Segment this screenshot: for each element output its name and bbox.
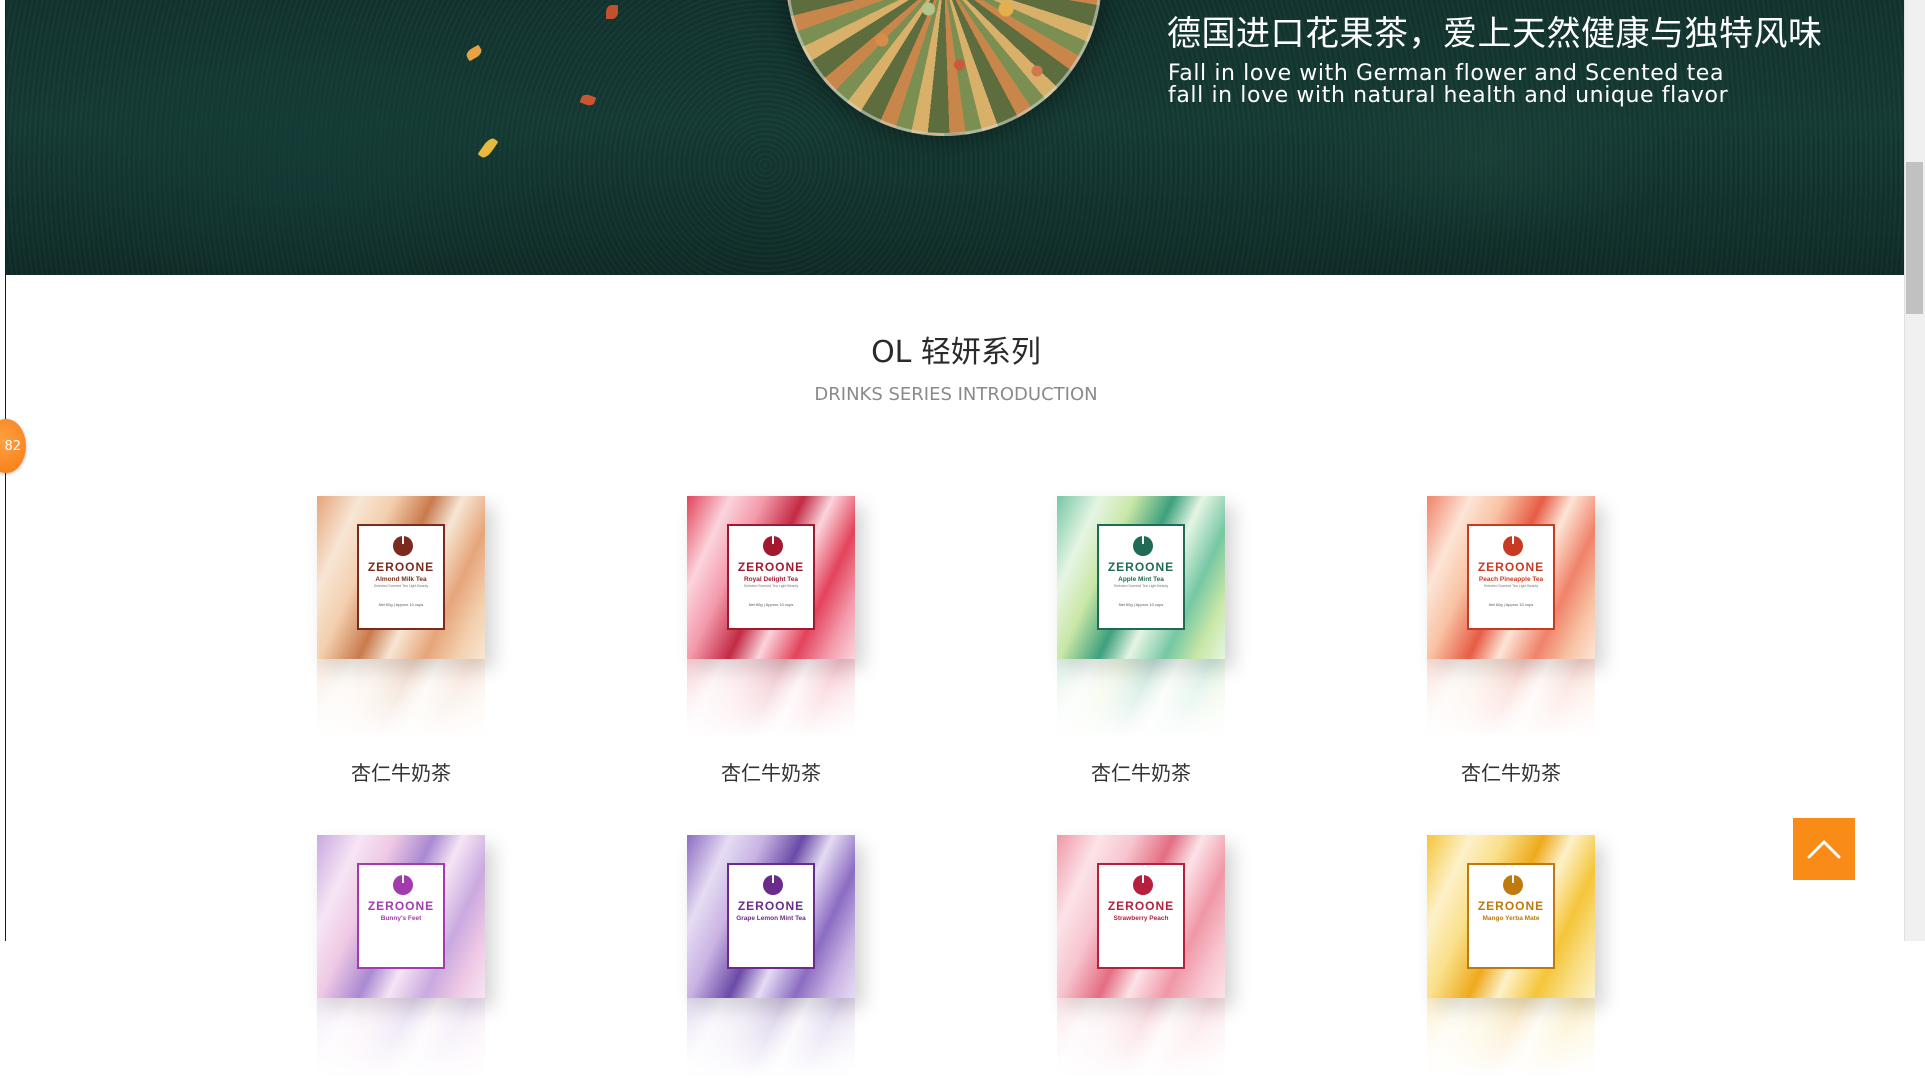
product-box-image[interactable]: ZEROONE Royal Delight Tea Selected Scented…	[687, 496, 855, 659]
scrollbar-thumb[interactable]	[1906, 162, 1923, 314]
product-label: ZEROONE Strawberry Peach	[1097, 863, 1185, 969]
net-weight: Net 60g | Approx 10 cups	[1118, 602, 1164, 607]
product-card[interactable]: ZEROONE Almond Milk Tea Selected Scented T…	[286, 496, 516, 786]
brand-name: ZEROONE	[737, 560, 805, 574]
product-label: ZEROONE Grape Lemon Mint Tea	[727, 863, 815, 969]
product-card[interactable]: ZEROONE Apple Mint Tea Selected Scented Te…	[1026, 496, 1256, 786]
brand-logo-icon	[393, 871, 413, 895]
brand-logo-icon	[1503, 871, 1523, 895]
product-card[interactable]: ZEROONE Peach Pineapple Tea Selected Scent…	[1396, 496, 1626, 786]
chevron-up-icon	[1807, 840, 1841, 859]
brand-name: ZEROONE	[1477, 899, 1545, 913]
product-label: ZEROONE Bunny's Feet	[357, 863, 445, 969]
product-reflection	[1057, 998, 1225, 1078]
product-label: ZEROONE Almond Milk Tea Selected Scented T…	[357, 524, 445, 630]
hero-banner: 德国进口花果茶，爱上天然健康与独特风味 Fall in love with Ge…	[6, 0, 1904, 275]
product-box-image[interactable]: ZEROONE Mango Yerba Mate	[1427, 835, 1595, 998]
net-weight: Net 60g | Approx 10 cups	[748, 602, 794, 607]
petal-decoration	[579, 92, 597, 108]
brand-logo-icon	[393, 532, 413, 556]
product-label: ZEROONE Peach Pineapple Tea Selected Scent…	[1467, 524, 1555, 630]
product-card[interactable]: ZEROONE Royal Delight Tea Selected Scented…	[656, 496, 886, 786]
brand-logo-icon	[1503, 532, 1523, 556]
product-label: ZEROONE Mango Yerba Mate	[1467, 863, 1555, 969]
flavor-name: Peach Pineapple Tea	[1478, 576, 1544, 583]
brand-logo-icon	[1133, 532, 1153, 556]
product-card[interactable]: ZEROONE Bunny's Feet	[286, 835, 516, 1078]
product-reflection	[1427, 998, 1595, 1078]
product-box-image[interactable]: ZEROONE Strawberry Peach	[1057, 835, 1225, 998]
side-float-badge[interactable]: 82	[0, 419, 26, 473]
flavor-name: Strawberry Peach	[1113, 915, 1169, 922]
label-tagline: Selected Scented Tea Light Beauty	[373, 584, 429, 588]
product-reflection	[1427, 659, 1595, 739]
product-card[interactable]: ZEROONE Grape Lemon Mint Tea	[656, 835, 886, 1078]
tea-bowl-image	[786, 0, 1102, 136]
brand-name: ZEROONE	[737, 899, 805, 913]
hero-subtitle: Fall in love with German flower and Scen…	[1168, 61, 1729, 108]
product-name[interactable]: 杏仁牛奶茶	[1026, 757, 1256, 786]
product-reflection	[687, 659, 855, 739]
brand-logo-icon	[763, 871, 783, 895]
flavor-name: Almond Milk Tea	[375, 576, 427, 583]
petal-decoration	[464, 44, 484, 62]
brand-name: ZEROONE	[1477, 560, 1545, 574]
back-to-top-button[interactable]	[1793, 818, 1855, 880]
product-box-image[interactable]: ZEROONE Bunny's Feet	[317, 835, 485, 998]
brand-logo-icon	[763, 532, 783, 556]
product-reflection	[1057, 659, 1225, 739]
flavor-name: Apple Mint Tea	[1118, 576, 1164, 583]
product-box-image[interactable]: ZEROONE Almond Milk Tea Selected Scented T…	[317, 496, 485, 659]
flavor-name: Bunny's Feet	[380, 915, 422, 922]
label-tagline: Selected Scented Tea Light Beauty	[1483, 584, 1539, 588]
section-title: OL 轻妍系列	[871, 335, 1041, 370]
product-box-image[interactable]: ZEROONE Grape Lemon Mint Tea	[687, 835, 855, 998]
flavor-name: Royal Delight Tea	[743, 576, 799, 583]
label-tagline: Selected Scented Tea Light Beauty	[743, 584, 799, 588]
flavor-name: Grape Lemon Mint Tea	[736, 915, 806, 922]
petal-decoration	[606, 5, 618, 19]
product-name[interactable]: 杏仁牛奶茶	[1396, 757, 1626, 786]
product-name[interactable]: 杏仁牛奶茶	[656, 757, 886, 786]
product-label: ZEROONE Royal Delight Tea Selected Scented…	[727, 524, 815, 630]
brand-logo-icon	[1133, 871, 1153, 895]
product-card[interactable]: ZEROONE Strawberry Peach	[1026, 835, 1256, 1078]
product-box-image[interactable]: ZEROONE Peach Pineapple Tea Selected Scent…	[1427, 496, 1595, 659]
product-box-image[interactable]: ZEROONE Apple Mint Tea Selected Scented Te…	[1057, 496, 1225, 659]
net-weight: Net 60g | Approx 10 cups	[378, 602, 424, 607]
section-subtitle: DRINKS SERIES INTRODUCTION	[814, 384, 1098, 405]
brand-name: ZEROONE	[367, 560, 435, 574]
brand-name: ZEROONE	[1107, 560, 1175, 574]
label-tagline: Selected Scented Tea Light Beauty	[1113, 584, 1169, 588]
brand-name: ZEROONE	[1107, 899, 1175, 913]
product-label: ZEROONE Apple Mint Tea Selected Scented Te…	[1097, 524, 1185, 630]
product-reflection	[687, 998, 855, 1078]
petal-decoration	[477, 136, 499, 160]
product-reflection	[317, 659, 485, 739]
brand-name: ZEROONE	[367, 899, 435, 913]
flavor-name: Mango Yerba Mate	[1482, 915, 1540, 922]
product-card[interactable]: ZEROONE Mango Yerba Mate	[1396, 835, 1626, 1078]
product-reflection	[317, 998, 485, 1078]
hero-title: 德国进口花果茶，爱上天然健康与独特风味	[1167, 14, 1823, 54]
product-name[interactable]: 杏仁牛奶茶	[286, 757, 516, 786]
vertical-scrollbar[interactable]	[1904, 0, 1925, 941]
net-weight: Net 60g | Approx 10 cups	[1488, 602, 1534, 607]
